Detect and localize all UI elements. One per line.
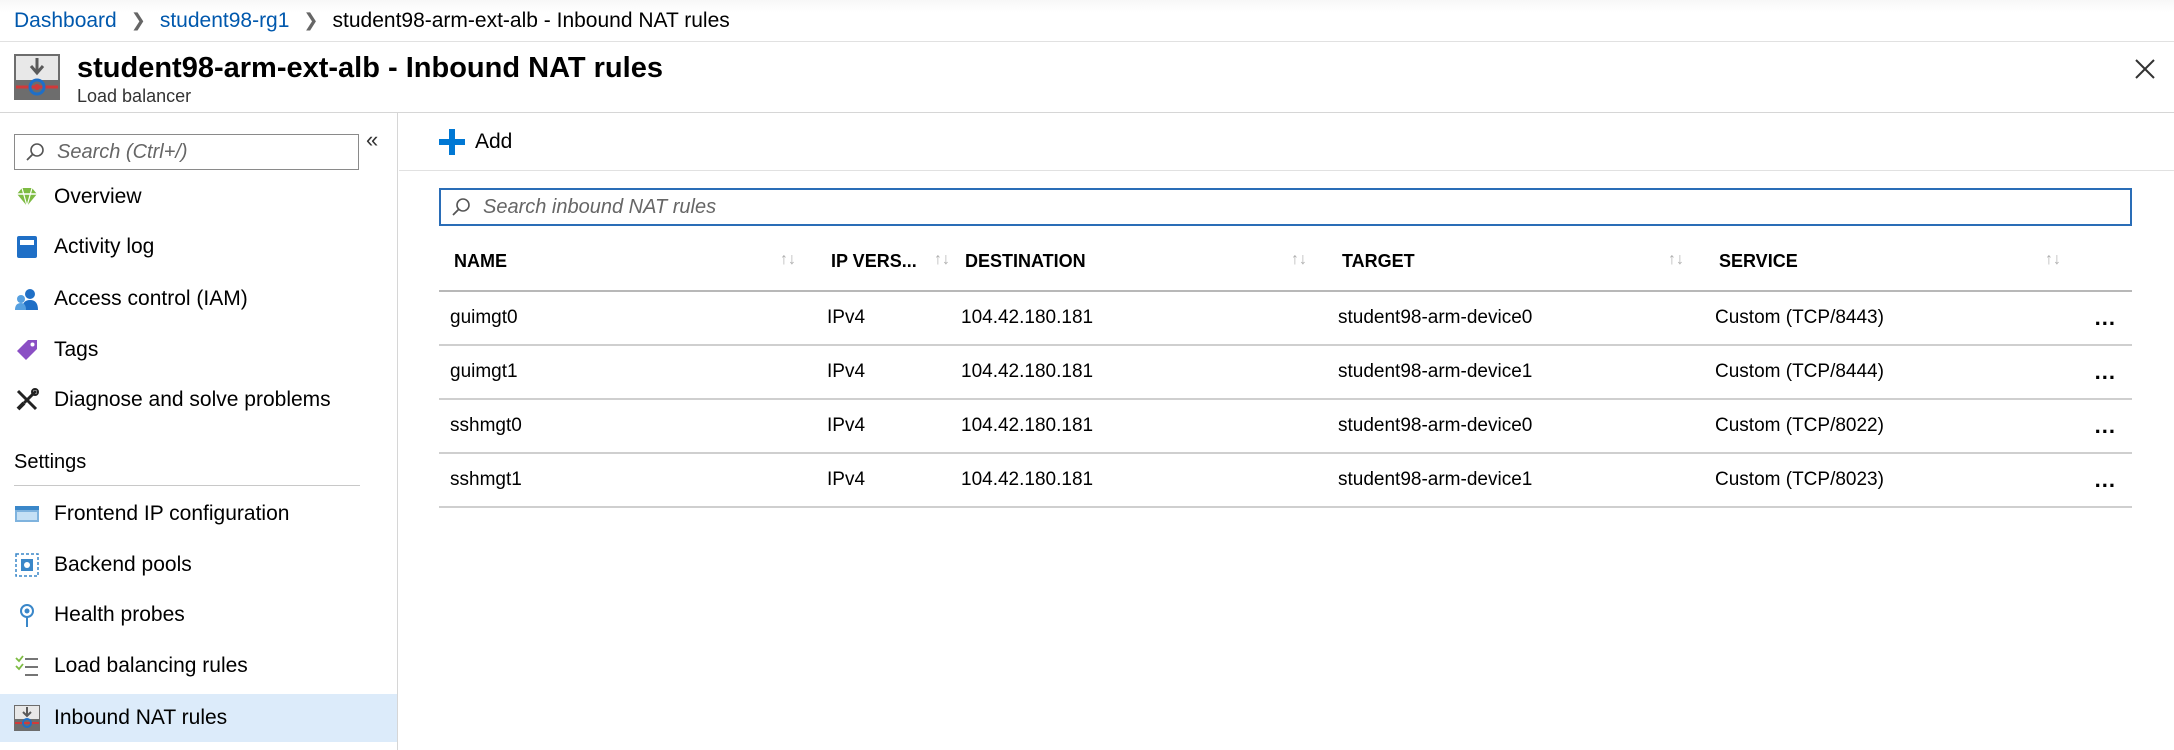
column-header-service[interactable]: SERVICE ↑↓ bbox=[1704, 233, 2081, 292]
backend-pools-icon bbox=[15, 553, 39, 577]
sort-icon[interactable]: ↑↓ bbox=[934, 251, 950, 269]
table-row[interactable]: guimgt1 IPv4 104.42.180.181 student98-ar… bbox=[439, 345, 2132, 400]
breadcrumb-dashboard[interactable]: Dashboard bbox=[14, 9, 117, 33]
page-subtitle: Load balancer bbox=[77, 86, 192, 106]
cell-service: Custom (TCP/8443) bbox=[1704, 291, 2081, 346]
sidebar-item-label: Load balancing rules bbox=[54, 654, 248, 677]
sidebar-item-label: Overview bbox=[54, 185, 142, 208]
sidebar-item-label: Frontend IP configuration bbox=[54, 502, 290, 525]
cell-destination: 104.42.180.181 bbox=[950, 345, 1327, 400]
cell-destination: 104.42.180.181 bbox=[950, 399, 1327, 454]
more-options-icon[interactable]: ... bbox=[2081, 399, 2132, 454]
divider bbox=[14, 485, 360, 486]
column-header-name[interactable]: NAME ↑↓ bbox=[439, 233, 816, 292]
sidebar-item-frontend-ip[interactable]: Frontend IP configuration bbox=[0, 490, 397, 538]
add-button[interactable]: Add bbox=[439, 128, 513, 155]
nat-rules-search[interactable] bbox=[439, 188, 2132, 226]
sidebar-item-diagnose[interactable]: Diagnose and solve problems bbox=[0, 376, 397, 424]
column-header-actions bbox=[2081, 233, 2132, 292]
plus-icon bbox=[439, 128, 465, 155]
health-probe-icon bbox=[20, 604, 34, 627]
blade-header: student98-arm-ext-alb - Inbound NAT rule… bbox=[0, 42, 2174, 113]
settings-section-label: Settings bbox=[14, 451, 87, 473]
cell-name: sshmgt0 bbox=[439, 399, 816, 454]
close-icon[interactable] bbox=[2130, 54, 2160, 84]
iam-icon bbox=[15, 289, 38, 310]
search-icon bbox=[26, 143, 44, 161]
sidebar-item-label: Backend pools bbox=[54, 553, 192, 576]
frontend-ip-icon bbox=[15, 506, 39, 522]
sidebar-item-label: Health probes bbox=[54, 603, 185, 626]
collapse-sidebar-icon[interactable]: « bbox=[366, 127, 378, 153]
cell-ip-version: IPv4 bbox=[816, 399, 950, 454]
nat-rules-icon bbox=[14, 705, 40, 731]
cell-name: guimgt0 bbox=[439, 291, 816, 346]
sidebar-item-label: Activity log bbox=[54, 235, 155, 258]
tag-icon bbox=[17, 340, 37, 360]
cell-target: student98-arm-device1 bbox=[1327, 345, 1704, 400]
sidebar-item-overview[interactable]: Overview bbox=[0, 173, 397, 221]
cell-ip-version: IPv4 bbox=[816, 453, 950, 508]
load-balancer-icon bbox=[14, 54, 60, 100]
cell-service: Custom (TCP/8022) bbox=[1704, 399, 2081, 454]
sort-icon[interactable]: ↑↓ bbox=[2045, 251, 2061, 269]
sidebar-item-label: Access control (IAM) bbox=[54, 287, 248, 310]
sidebar-item-tags[interactable]: Tags bbox=[0, 326, 397, 374]
wrench-icon bbox=[16, 388, 39, 411]
sidebar: « Overview Activity log Access control (… bbox=[0, 113, 398, 750]
sidebar-item-label: Inbound NAT rules bbox=[54, 706, 228, 729]
nat-rules-table: NAME ↑↓ IP VERS... ↑↓ DESTINATION ↑↓ TARGET… bbox=[439, 233, 2132, 508]
cell-destination: 104.42.180.181 bbox=[950, 291, 1327, 346]
sidebar-item-health-probes[interactable]: Health probes bbox=[0, 591, 397, 639]
activity-log-icon bbox=[17, 236, 37, 258]
breadcrumb: Dashboard ❯ student98-rg1 ❯ student98-ar… bbox=[0, 0, 2174, 42]
cell-target: student98-arm-device0 bbox=[1327, 291, 1704, 346]
cell-name: guimgt1 bbox=[439, 345, 816, 400]
chevron-right-icon: ❯ bbox=[130, 10, 146, 30]
table-row[interactable]: sshmgt1 IPv4 104.42.180.181 student98-ar… bbox=[439, 453, 2132, 508]
page-title: student98-arm-ext-alb - Inbound NAT rule… bbox=[77, 52, 663, 84]
sidebar-item-activity-log[interactable]: Activity log bbox=[0, 223, 397, 271]
toolbar: Add bbox=[399, 113, 2174, 171]
sidebar-search-input[interactable] bbox=[57, 140, 347, 164]
sidebar-item-lb-rules[interactable]: Load balancing rules bbox=[0, 642, 397, 690]
overview-icon bbox=[17, 187, 37, 209]
sidebar-search[interactable] bbox=[14, 134, 359, 170]
cell-name: sshmgt1 bbox=[439, 453, 816, 508]
sort-icon[interactable]: ↑↓ bbox=[780, 251, 796, 269]
add-button-label: Add bbox=[475, 129, 513, 153]
sort-icon[interactable]: ↑↓ bbox=[1668, 251, 1684, 269]
cell-target: student98-arm-device1 bbox=[1327, 453, 1704, 508]
sort-icon[interactable]: ↑↓ bbox=[1291, 251, 1307, 269]
cell-service: Custom (TCP/8023) bbox=[1704, 453, 2081, 508]
chevron-right-icon: ❯ bbox=[303, 10, 319, 30]
sidebar-item-label: Diagnose and solve problems bbox=[54, 388, 331, 411]
cell-target: student98-arm-device0 bbox=[1327, 399, 1704, 454]
table-row[interactable]: sshmgt0 IPv4 104.42.180.181 student98-ar… bbox=[439, 399, 2132, 454]
cell-ip-version: IPv4 bbox=[816, 345, 950, 400]
main-content: Add NAME↑↓ IP VERS...↑↓ DESTINATION↑↓ TA… bbox=[399, 113, 2174, 750]
breadcrumb-resource-group[interactable]: student98-rg1 bbox=[160, 9, 290, 33]
nat-rules-search-input[interactable] bbox=[483, 195, 2083, 219]
more-options-icon[interactable]: ... bbox=[2081, 453, 2132, 508]
column-header-destination[interactable]: DESTINATION ↑↓ bbox=[950, 233, 1327, 292]
column-header-ip-version[interactable]: IP VERS... ↑↓ bbox=[816, 233, 950, 292]
table-row[interactable]: guimgt0 IPv4 104.42.180.181 student98-ar… bbox=[439, 291, 2132, 346]
cell-destination: 104.42.180.181 bbox=[950, 453, 1327, 508]
cell-ip-version: IPv4 bbox=[816, 291, 950, 346]
lb-rules-icon bbox=[15, 655, 38, 676]
sidebar-item-access-control[interactable]: Access control (IAM) bbox=[0, 275, 397, 323]
table-header-row: NAME ↑↓ IP VERS... ↑↓ DESTINATION ↑↓ TARGET… bbox=[439, 233, 2132, 292]
breadcrumb-current: student98-arm-ext-alb - Inbound NAT rule… bbox=[332, 8, 730, 32]
more-options-icon[interactable]: ... bbox=[2081, 291, 2132, 346]
column-header-target[interactable]: TARGET ↑↓ bbox=[1327, 233, 1704, 292]
sidebar-item-inbound-nat-rules[interactable]: Inbound NAT rules bbox=[0, 694, 397, 742]
search-icon bbox=[452, 198, 470, 216]
more-options-icon[interactable]: ... bbox=[2081, 345, 2132, 400]
sidebar-item-backend-pools[interactable]: Backend pools bbox=[0, 541, 397, 589]
cell-service: Custom (TCP/8444) bbox=[1704, 345, 2081, 400]
sidebar-item-label: Tags bbox=[54, 338, 99, 361]
